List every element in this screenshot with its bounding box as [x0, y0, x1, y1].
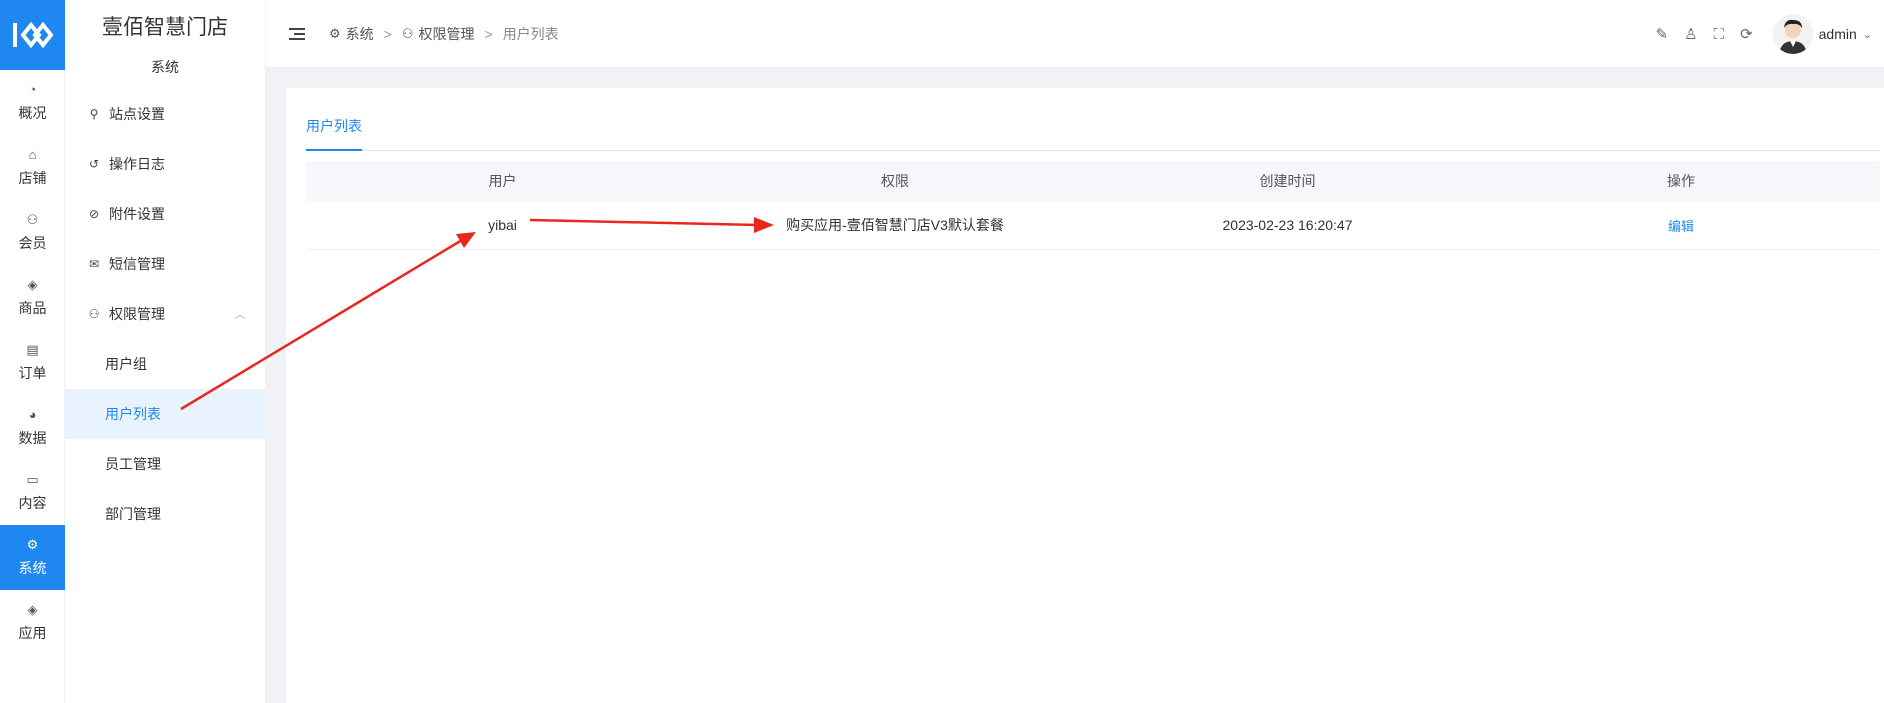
tab-user-list[interactable]: 用户列表 — [306, 115, 362, 151]
rail-item-label: 数据 — [18, 429, 47, 446]
user-shield-icon: ⚇ — [401, 25, 414, 41]
submenu-item-3[interactable]: 部门管理 — [65, 489, 265, 539]
cell-permission: 购买应用-壹佰智慧门店V3默认套餐 — [786, 217, 1004, 233]
submenu-item-1[interactable]: 用户列表 — [65, 389, 265, 439]
user-shield-icon: ⚇ — [88, 307, 100, 321]
cube-icon: ◈ — [27, 601, 38, 617]
rail-item-2[interactable]: ⚇ 会员 — [0, 200, 65, 265]
dashboard-icon: ◔ — [28, 81, 37, 97]
app-rail: ◔ 概况 ⌂ 店铺 ⚇ 会员 ◈ 商品 ▤ 订单 ◕ 数据 ▭ 内容 ⚙ 系统 ◈ 应用 — [0, 0, 65, 703]
submenu-item-0[interactable]: 用户组 — [65, 339, 265, 389]
logo-icon — [12, 21, 54, 49]
breadcrumb-item-current: 用户列表 — [502, 25, 559, 42]
sidebar-item-3[interactable]: ✉ 短信管理 — [65, 239, 265, 289]
cell-created: 2023-02-23 16:20:47 — [1222, 217, 1353, 233]
rail-item-label: 应用 — [18, 624, 47, 641]
brand-title: 壹佰智慧门店 — [102, 16, 228, 39]
edit-link[interactable]: 编辑 — [1668, 219, 1694, 234]
sidebar-item-label: 权限管理 — [109, 306, 165, 322]
cell-user: yibai — [488, 217, 517, 233]
breadcrumb-separator: > — [484, 25, 493, 42]
rail-item-label: 系统 — [18, 559, 47, 576]
rail-item-5[interactable]: ◕ 数据 — [0, 395, 65, 460]
table-row: yibai 购买应用-壹佰智慧门店V3默认套餐 2023-02-23 16:20… — [306, 201, 1880, 250]
mail-icon: ✉ — [88, 257, 100, 271]
sidebar-item-4[interactable]: ⚇ 权限管理 ︿ — [65, 289, 265, 339]
table-header: 用户 权限 创建时间 操作 — [306, 161, 1880, 201]
avatar-icon — [1778, 19, 1807, 54]
toolbar: ✎ ♙ ⛶ ⟳ admin ⌄ — [1640, 0, 1884, 68]
breadcrumb-separator: > — [383, 25, 392, 42]
gear-icon: ⚙ — [26, 536, 39, 552]
chevron-up-icon: ︿ — [235, 310, 245, 321]
chevron-down-icon[interactable]: ⌄ — [1863, 28, 1872, 41]
rail-item-1[interactable]: ⌂ 店铺 — [0, 135, 65, 200]
user-icon: ⚇ — [26, 211, 39, 227]
sitemap-icon: ⚲ — [89, 107, 99, 121]
rail-item-3[interactable]: ◈ 商品 — [0, 265, 65, 330]
column-header-created: 创建时间 — [1259, 173, 1316, 189]
clear-cache-icon[interactable]: ✎ — [1656, 25, 1669, 43]
rail-item-label: 商品 — [18, 299, 47, 316]
sidebar-item-label: 短信管理 — [109, 256, 165, 272]
fullscreen-icon[interactable]: ⛶ — [1714, 26, 1725, 43]
sidebar: 壹佰智慧门店 系统 ⚲ 站点设置 ↺ 操作日志 ⊘ 附件设置 ✉ 短信管理 ⚇ 权限管理 ︿ 用户组… — [65, 0, 266, 703]
rail-item-4[interactable]: ▤ 订单 — [0, 330, 65, 395]
tab-bar: 用户列表 — [306, 115, 1880, 151]
rail-item-label: 内容 — [18, 494, 47, 511]
store-icon: ⌂ — [28, 146, 37, 162]
refresh-icon[interactable]: ⟳ — [1740, 25, 1753, 43]
username[interactable]: admin — [1819, 26, 1857, 42]
breadcrumb-item-system[interactable]: 系统 — [346, 24, 374, 44]
sidebar-item-label: 附件设置 — [109, 206, 165, 222]
theme-shirt-icon[interactable]: ♙ — [1684, 25, 1697, 43]
submenu-item-2[interactable]: 员工管理 — [65, 439, 265, 489]
rail-item-7[interactable]: ⚙ 系统 — [0, 525, 65, 590]
column-header-permission: 权限 — [881, 173, 909, 189]
rail-item-0[interactable]: ◔ 概况 — [0, 70, 65, 135]
breadcrumb: ⚙ 系统 > ⚇ 权限管理 > 用户列表 — [329, 24, 559, 44]
rail-item-8[interactable]: ◈ 应用 — [0, 590, 65, 655]
content-card: 用户列表 用户 权限 创建时间 操作 yibai 购买应用-壹佰智慧门店V3默认… — [286, 88, 1884, 703]
user-table: 用户 权限 创建时间 操作 yibai 购买应用-壹佰智慧门店V3默认套餐 20… — [306, 161, 1880, 250]
folder-icon: ▭ — [26, 471, 39, 487]
rail-item-label: 概况 — [18, 104, 47, 121]
clipboard-icon: ▤ — [26, 341, 39, 357]
sidebar-item-label: 操作日志 — [109, 156, 165, 172]
column-header-action: 操作 — [1667, 173, 1695, 189]
breadcrumb-item-permissions[interactable]: 权限管理 — [419, 24, 475, 44]
rail-item-label: 会员 — [18, 234, 47, 251]
history-icon: ↺ — [88, 157, 100, 171]
gear-icon: ⚙ — [329, 25, 341, 41]
paperclip-icon: ⊘ — [88, 207, 100, 221]
box-icon: ◈ — [27, 276, 38, 292]
avatar[interactable] — [1772, 14, 1813, 54]
sidebar-item-1[interactable]: ↺ 操作日志 — [65, 139, 265, 189]
sidebar-section-title: 系统 — [151, 59, 179, 75]
sidebar-item-2[interactable]: ⊘ 附件设置 — [65, 189, 265, 239]
column-header-user: 用户 — [488, 173, 517, 189]
pie-chart-icon: ◕ — [28, 406, 37, 422]
top-bar: ⚙ 系统 > ⚇ 权限管理 > 用户列表 ✎ ♙ ⛶ ⟳ admin ⌄ — [266, 0, 1884, 68]
sidebar-item-0[interactable]: ⚲ 站点设置 — [65, 89, 265, 139]
sidebar-item-label: 站点设置 — [109, 106, 165, 122]
rail-item-label: 订单 — [18, 364, 47, 381]
app-logo[interactable] — [0, 0, 65, 70]
menu-toggle-icon[interactable] — [289, 25, 305, 43]
rail-item-6[interactable]: ▭ 内容 — [0, 460, 65, 525]
rail-item-label: 店铺 — [18, 169, 47, 186]
